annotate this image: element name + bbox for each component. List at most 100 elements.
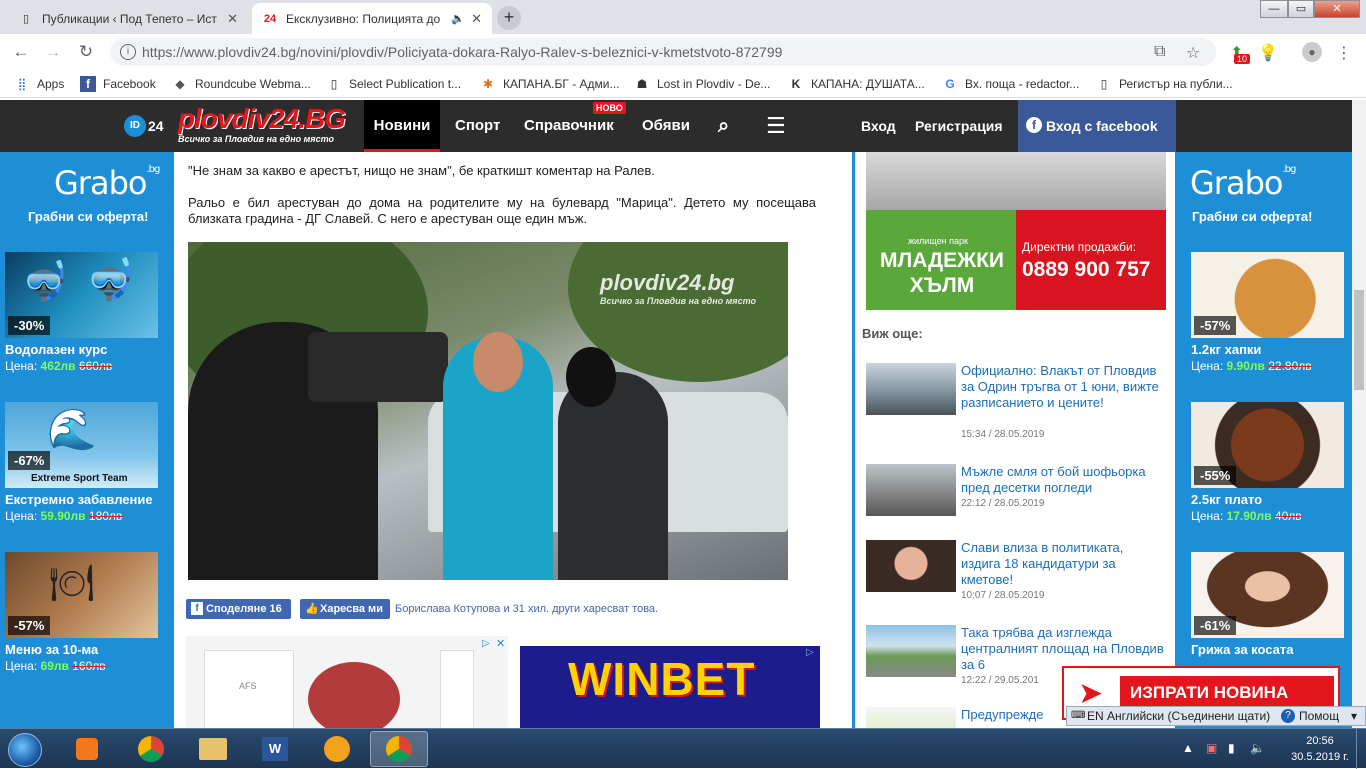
cosmetic-brand: AFS <box>239 681 257 691</box>
url-text[interactable]: https://www.plovdiv24.bg/novini/plovdiv/… <box>142 44 782 60</box>
price-label: Цена: <box>5 509 38 523</box>
bookmark-kapana-admin[interactable]: ✱ КАПАНА.БГ - Адми... <box>480 76 620 92</box>
bookmark-label: Lost in Plovdiv - De... <box>657 77 771 91</box>
info-icon[interactable]: i <box>120 44 136 60</box>
id24-logo[interactable]: ID 24 <box>124 115 164 137</box>
tab-article[interactable]: 24 Ексклузивно: Полицията до 🔈 ✕ <box>252 3 492 34</box>
site-logo[interactable]: plovdiv24.BG Всичко за Пловдив на едно м… <box>178 104 366 148</box>
roundcube-icon: ◆ <box>175 77 185 91</box>
head-shape <box>473 332 523 392</box>
minimize-button[interactable]: — <box>1260 0 1288 18</box>
reload-icon[interactable]: ↻ <box>75 41 97 63</box>
discount-badge: -57% <box>1194 316 1237 335</box>
deal-card[interactable]: -57% 1.2кг хапки Цена: 9.90лв 22.80лв <box>1191 252 1344 373</box>
close-window-button[interactable]: ✕ <box>1314 0 1360 18</box>
ad-realestate[interactable]: жилищен парк МЛАДЕЖКИ ХЪЛМ Директни прод… <box>866 152 1166 310</box>
ad-banner-winbet[interactable]: WINBET ▷ <box>520 646 820 728</box>
media-player-icon[interactable] <box>58 731 116 767</box>
chrome-icon[interactable] <box>122 731 180 767</box>
bookmark-apps[interactable]: ⣿ Apps <box>14 76 65 92</box>
lost-in-plovdiv-icon: ☗ <box>636 77 648 91</box>
discount-badge: -61% <box>1194 616 1237 635</box>
language-bar-options-icon[interactable]: ▾ <box>1351 707 1357 725</box>
search-icon[interactable]: ⌕ <box>718 100 729 152</box>
deal-card[interactable]: 🍽 -57% Меню за 10-ма Цена: 69лв 160лв <box>5 552 158 673</box>
old-price: 160лв <box>72 659 106 673</box>
logo-tagline: Всичко за Пловдив на едно място <box>178 134 334 144</box>
like-name[interactable]: Борислава Котупова <box>395 603 500 615</box>
facebook-share-button[interactable]: f Споделяне 16 <box>186 599 291 619</box>
hamburger-menu-icon[interactable]: ☰ <box>766 100 786 152</box>
ad-close-icon[interactable]: ✕ <box>496 637 505 650</box>
network-icon[interactable]: ▣ <box>1206 741 1217 755</box>
deal-card[interactable]: 🤿 🤿 -30% Водолазен курс Цена: 462лв 660л… <box>5 252 158 373</box>
bookmark-kapana-dushata[interactable]: K КАПАНА: ДУШАТА... <box>788 76 925 92</box>
login-link[interactable]: Вход <box>861 100 896 152</box>
volume-icon[interactable]: 🔈 <box>1250 741 1265 755</box>
explorer-folder-icon[interactable] <box>184 731 242 767</box>
bulb-extension-icon[interactable]: 💡 <box>1258 43 1278 63</box>
restaurant-figure: 🍽 <box>49 562 95 603</box>
bookmark-label: КАПАНА.БГ - Адми... <box>503 77 620 91</box>
deal-card[interactable]: 🌊 Extreme Sport Team -67% Екстремно заба… <box>5 402 158 523</box>
nav-sport[interactable]: Спорт <box>455 100 500 152</box>
bookmark-gmail[interactable]: G Вх. поща - redactor... <box>942 76 1079 92</box>
word-icon[interactable]: W <box>246 731 304 767</box>
menu-icon[interactable]: ⋮ <box>1336 43 1352 63</box>
signal-icon[interactable]: ▮ <box>1228 741 1235 755</box>
related-news-item[interactable]: Мъжле смля от бой шофьорка пред десетки … <box>866 464 1166 524</box>
bookmark-lost-in-plovdiv[interactable]: ☗ Lost in Plovdiv - De... <box>634 76 771 92</box>
deal-image: 🤿 🤿 -30% <box>5 252 158 338</box>
profile-avatar[interactable]: ● <box>1302 42 1322 62</box>
deal-card[interactable]: -61% Грижа за косата <box>1191 552 1344 657</box>
register-link[interactable]: Регистрация <box>915 100 1003 152</box>
new-tab-button[interactable]: + <box>497 6 521 30</box>
tray-expand-icon[interactable]: ▲ <box>1182 741 1194 755</box>
bookmark-roundcube[interactable]: ◆ Roundcube Webma... <box>172 76 310 92</box>
page-scrollbar[interactable] <box>1352 100 1366 728</box>
chrome-active-icon[interactable] <box>370 731 428 767</box>
ad-banner-cosmetics[interactable]: AFS ▷ ✕ <box>186 636 508 728</box>
address-bar[interactable]: i https://www.plovdiv24.bg/novini/plovdi… <box>110 38 1216 66</box>
tab-publications[interactable]: ▯ Публикации ‹ Под Тепето – Ист ✕ <box>8 3 248 34</box>
forward-icon[interactable]: → <box>42 41 64 63</box>
related-news-item[interactable]: Слави влиза в политиката, издига 18 канд… <box>866 540 1166 608</box>
help-link[interactable]: Помощ <box>1299 707 1339 725</box>
grabo-logo[interactable]: Grabo.bg <box>54 164 160 202</box>
back-icon[interactable]: ← <box>10 41 32 63</box>
grabo-logo-sup: .bg <box>1282 164 1296 175</box>
news-title[interactable]: Официално: Влакът от Пловдив за Одрин тр… <box>961 363 1166 411</box>
grabo-logo[interactable]: Grabo.bg <box>1190 164 1296 202</box>
audio-icon[interactable]: 🔈 <box>451 12 465 25</box>
related-news-item[interactable]: Официално: Влакът от Пловдив за Одрин тр… <box>866 363 1166 453</box>
clock-time: 20:56 <box>1306 735 1334 747</box>
news-thumbnail <box>866 625 956 677</box>
maximize-button[interactable]: ▭ <box>1288 0 1314 18</box>
bookmark-select-publication[interactable]: ▯ Select Publication t... <box>326 76 461 92</box>
show-desktop-button[interactable] <box>1356 729 1366 769</box>
start-button[interactable] <box>8 733 42 767</box>
nav-news[interactable]: Новини <box>364 100 440 152</box>
language-indicator[interactable]: EN Английски (Съединени щати) <box>1087 709 1270 723</box>
bookmark-star-icon[interactable]: ☆ <box>1186 43 1200 63</box>
translate-icon[interactable]: ⧉ <box>1154 43 1165 61</box>
facebook-login-button[interactable]: f Вход с facebook <box>1018 100 1176 152</box>
news-title[interactable]: Слави влиза в политиката, издига 18 канд… <box>961 540 1166 588</box>
news-title[interactable]: Мъжле смля от бой шофьорка пред десетки … <box>961 464 1166 496</box>
vpn-icon[interactable] <box>308 731 366 767</box>
close-tab-icon[interactable]: ✕ <box>227 11 238 27</box>
scrollbar-thumb[interactable] <box>1354 290 1364 390</box>
close-tab-icon[interactable]: ✕ <box>471 11 482 27</box>
adchoices-icon[interactable]: ▷ <box>806 647 814 658</box>
nav-classifieds[interactable]: Обяви <box>642 100 690 152</box>
article-video[interactable]: plovdiv24.bg Всичко за Пловдив на едно м… <box>188 242 788 580</box>
deal-card[interactable]: -55% 2.5кг плато Цена: 17.90лв 40лв <box>1191 402 1344 523</box>
adchoices-icon[interactable]: ▷ <box>482 638 490 649</box>
like-rest: и 31 хил. други харесват това. <box>500 603 659 615</box>
facebook-like-button[interactable]: 👍 Харесва ми <box>300 599 390 619</box>
deal-price: Цена: 59.90лв 180лв <box>5 509 158 523</box>
help-icon[interactable]: ? <box>1281 709 1295 723</box>
clock[interactable]: 20:56 30.5.2019 г. <box>1290 733 1350 765</box>
bookmark-facebook[interactable]: f Facebook <box>80 76 156 92</box>
bookmark-register[interactable]: ▯ Регистър на публи... <box>1096 76 1233 92</box>
